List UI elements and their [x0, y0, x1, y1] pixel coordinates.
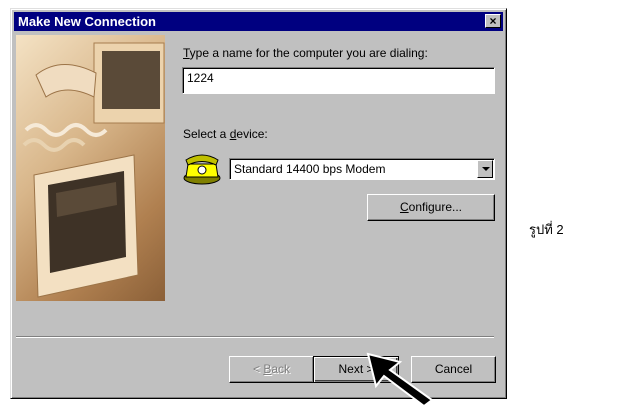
configure-accel: C — [399, 200, 409, 214]
computer-name-value: 1224 — [187, 71, 214, 85]
device-select[interactable]: Standard 14400 bps Modem — [229, 158, 495, 180]
computer-name-label: Type a name for the computer you are dia… — [183, 46, 428, 60]
arrow-cursor-icon — [366, 352, 436, 411]
cancel-label: Cancel — [434, 362, 473, 376]
name-label-text: ype a name for the computer you are dial… — [189, 46, 428, 60]
telephone-icon — [182, 150, 222, 189]
chevron-down-icon[interactable] — [477, 160, 493, 178]
wizard-illustration — [16, 35, 165, 301]
separator — [16, 336, 494, 338]
title-bar: Make New Connection × — [14, 12, 503, 31]
name-label-accel: T — [183, 46, 190, 60]
figure-caption: รูปที่ 2 — [529, 222, 564, 237]
device-selected-value: Standard 14400 bps Modem — [234, 162, 386, 176]
window-title: Make New Connection — [18, 14, 156, 29]
device-label-rest: evice: — [236, 127, 268, 141]
back-button[interactable]: < Back — [229, 356, 314, 383]
device-label: Select a device: — [183, 127, 268, 141]
configure-label: onfigure... — [408, 200, 463, 214]
close-icon: × — [489, 14, 497, 28]
computer-name-input[interactable]: 1224 — [182, 67, 495, 94]
device-label-prefix: Select a — [183, 127, 230, 141]
back-label: ack — [271, 362, 291, 376]
configure-button[interactable]: Configure... — [367, 194, 495, 221]
close-button[interactable]: × — [485, 14, 501, 28]
back-prefix: < — [252, 362, 264, 376]
